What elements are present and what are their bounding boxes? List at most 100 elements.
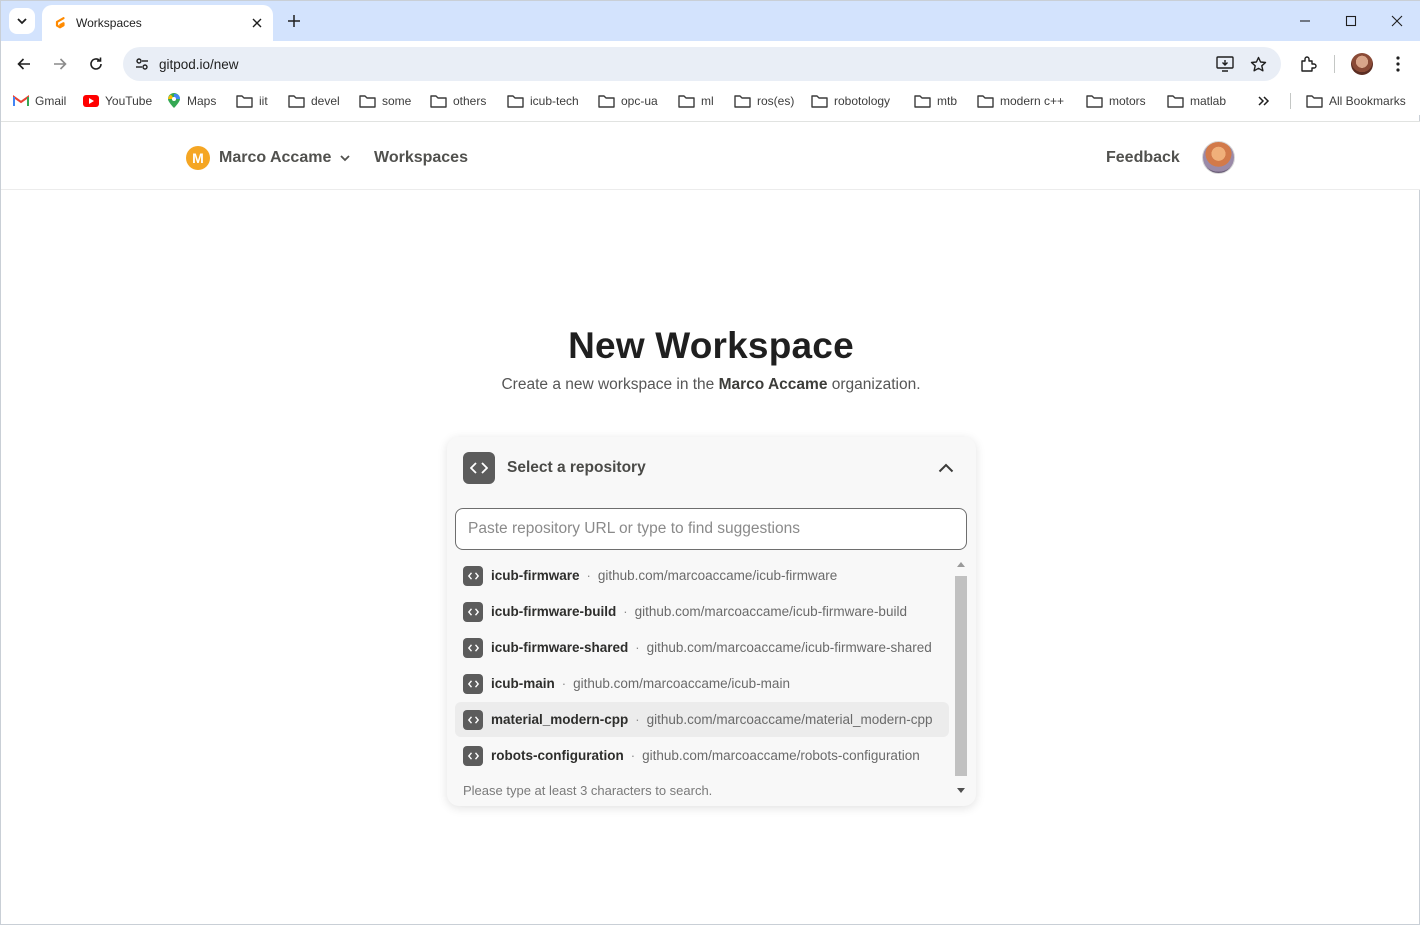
code-icon [463,709,483,730]
chrome-menu-icon[interactable] [1383,49,1413,79]
bookmark-folder[interactable]: icub-tech [507,91,579,111]
bookmark-folder[interactable]: modern c++ [977,91,1064,111]
bookmark-label: some [382,94,412,108]
repo-name: icub-main [491,676,555,691]
list-item[interactable]: icub-firmware · github.com/marcoaccame/i… [455,558,949,593]
bookmark-folder[interactable]: opc-ua [598,91,658,111]
bookmark-folder[interactable]: some [359,91,411,111]
org-switcher[interactable]: M Marco Accame [186,146,351,170]
bookmark-folder[interactable]: iit [236,91,268,111]
repository-selector-label: Select a repository [507,459,646,476]
page-title: New Workspace [568,325,854,366]
bookmarks-separator [1290,93,1291,109]
arrow-left-icon [17,58,30,70]
toolbar-separator [1334,55,1335,73]
chevron-up-icon [936,459,956,477]
bookmark-folder[interactable]: devel [288,91,340,111]
bookmark-label: ros(es) [757,94,795,108]
bookmark-folder[interactable]: others [430,91,486,111]
reload-button[interactable] [81,49,111,79]
bookmark-label: YouTube [105,94,153,108]
page-subtitle: Create a new workspace in the Marco Acca… [1,376,1420,394]
code-icon [463,745,483,766]
separator-dot: · [630,748,636,763]
close-tab-icon[interactable] [247,13,267,33]
bookmark-star-icon[interactable] [1245,53,1271,75]
list-item[interactable]: material_modern-cpp · github.com/marcoac… [455,702,949,737]
separator-dot: · [586,568,591,583]
list-item[interactable]: icub-main · github.com/marcoaccame/icub-… [455,666,949,701]
code-icon [463,637,483,658]
tab-search-button[interactable] [9,8,35,34]
arrow-right-icon [54,58,67,70]
feedback-link[interactable]: Feedback [1106,149,1180,167]
repository-search-input[interactable] [455,508,967,550]
code-icon [463,452,495,484]
tab-workspaces[interactable]: Workspaces [42,5,273,41]
bookmark-maps[interactable]: Maps [167,91,216,111]
close-window-button[interactable] [1374,1,1420,41]
org-avatar: M [186,146,210,170]
browser-toolbar: gitpod.io/new [1,41,1420,87]
user-avatar[interactable] [1202,141,1235,174]
scroll-up-icon[interactable] [955,558,967,570]
maximize-icon [1345,15,1357,27]
bookmarks-bar: Gmail YouTube Maps iit devel some others [1,87,1420,115]
reload-icon [90,57,102,70]
bookmark-label: ml [701,94,714,108]
avatar [1351,53,1373,75]
bookmark-folder[interactable]: robotology [811,91,890,111]
list-item[interactable]: icub-firmware-shared · github.com/marcoa… [455,630,949,665]
minimize-icon [1300,20,1310,22]
code-icon [463,673,483,694]
folder-icon [977,95,994,108]
bookmark-youtube[interactable]: YouTube [83,91,152,111]
repo-url: github.com/marcoaccame/robots-configurat… [642,748,920,763]
minimize-button[interactable] [1282,1,1328,41]
extensions-icon[interactable] [1293,49,1323,79]
bookmark-gmail[interactable]: Gmail [13,91,66,111]
bookmark-label: Gmail [35,94,67,108]
repo-name: icub-firmware-build [491,604,617,619]
forward-button[interactable] [45,49,75,79]
repo-url: github.com/marcoaccame/icub-main [573,676,790,691]
app-header: M Marco Accame Workspaces Feedback [1,122,1420,190]
maximize-button[interactable] [1328,1,1374,41]
repo-name: robots-configuration [491,748,624,763]
all-bookmarks-button[interactable]: All Bookmarks [1306,91,1406,111]
back-button[interactable] [9,49,39,79]
chevron-down-icon [17,18,27,25]
bookmark-folder[interactable]: ros(es) [734,91,794,111]
repo-url: github.com/marcoaccame/icub-firmware-bui… [634,604,907,619]
folder-icon [811,95,828,108]
separator-dot: · [635,712,640,727]
scrollbar-thumb[interactable] [955,576,967,776]
new-tab-button[interactable] [283,10,305,32]
code-icon [463,601,483,622]
scrollbar[interactable] [951,558,967,800]
bookmark-folder[interactable]: mtb [914,91,957,111]
youtube-icon [83,95,99,107]
plus-icon [288,15,300,27]
folder-icon [1086,95,1103,108]
scroll-down-icon[interactable] [955,784,967,796]
repo-name: icub-firmware-shared [491,640,629,655]
more-bookmarks-button[interactable] [1258,91,1276,111]
profile-button[interactable] [1347,49,1377,79]
bookmark-folder[interactable]: motors [1086,91,1146,111]
site-settings-icon[interactable] [131,53,153,75]
list-item[interactable]: robots-configuration · github.com/marcoa… [455,738,949,773]
bookmark-label: others [453,94,487,108]
address-bar[interactable]: gitpod.io/new [123,47,1281,81]
bookmark-label: opc-ua [621,94,658,108]
bookmark-folder[interactable]: matlab [1167,91,1226,111]
chevron-down-icon [339,152,351,164]
bookmark-folder[interactable]: ml [678,91,714,111]
repository-selector-toggle[interactable]: Select a repository [447,437,976,499]
nav-workspaces-link[interactable]: Workspaces [374,149,468,167]
list-item[interactable]: icub-firmware-build · github.com/marcoac… [455,594,949,629]
gmail-icon [13,95,29,106]
folder-icon [598,95,615,108]
url-text[interactable]: gitpod.io/new [159,57,1281,72]
install-app-icon[interactable] [1212,53,1238,75]
